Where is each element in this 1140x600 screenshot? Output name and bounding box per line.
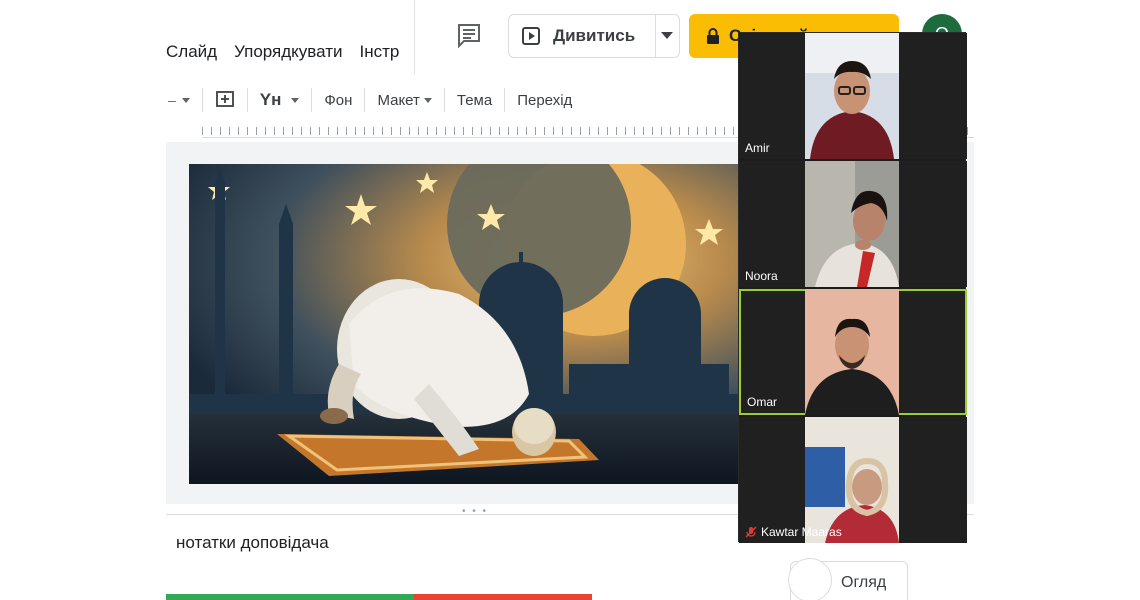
participant-video — [805, 33, 899, 159]
layout-label: Макет — [377, 91, 420, 109]
transition-button[interactable]: Перехід — [511, 80, 578, 120]
background-button[interactable]: Фон — [318, 80, 358, 120]
menu-item-slide[interactable]: Слайд — [166, 42, 217, 70]
side-panel-toggle[interactable] — [788, 558, 832, 600]
video-call-panel: Amir Noora Omar Kawtar Maaras — [738, 32, 967, 543]
participant-tile[interactable]: Kawtar Maaras — [739, 417, 967, 543]
present-icon — [509, 15, 553, 57]
muted-mic-icon — [745, 526, 757, 538]
layout-chevron-down-icon — [423, 97, 432, 103]
comment-icon — [458, 24, 480, 49]
participant-name: Omar — [747, 395, 777, 409]
lock-icon — [707, 28, 719, 44]
participant-video — [805, 289, 899, 415]
participant-name: Kawtar Maaras — [761, 525, 842, 539]
layout-button[interactable]: Макет — [371, 80, 437, 120]
progress-bar-red — [414, 594, 592, 600]
slideshow-button[interactable]: Дивитись — [508, 14, 680, 58]
text-style-button[interactable]: Yн — [254, 80, 306, 120]
new-slide-button[interactable] — [209, 80, 241, 120]
participant-video — [805, 161, 899, 287]
slide-image-prayer[interactable] — [189, 164, 809, 484]
explore-label: Огляд — [841, 574, 887, 591]
slideshow-divider — [655, 15, 656, 57]
participant-tile-active-speaker[interactable]: Omar — [739, 289, 967, 415]
toolbar-overflow[interactable]: ‒ — [166, 80, 196, 120]
menu-item-arrange[interactable]: Упорядкувати — [234, 42, 342, 70]
participant-tile[interactable]: Amir — [739, 33, 967, 159]
slideshow-label: Дивитись — [553, 26, 636, 45]
participant-name: Amir — [745, 141, 770, 155]
menu-bar: Слайд Упорядкувати Інстр — [166, 42, 399, 70]
prayer-illustration — [189, 164, 809, 484]
slideshow-options-chevron-down-icon[interactable] — [661, 32, 673, 39]
theme-button[interactable]: Тема — [451, 80, 498, 120]
participant-tile[interactable]: Noora — [739, 161, 967, 287]
participant-name: Noora — [745, 269, 778, 283]
participant-name-row: Kawtar Maaras — [745, 525, 842, 539]
speaker-notes-placeholder: нотатки доповідача — [176, 533, 329, 552]
text-style-label: Yн — [259, 90, 282, 109]
screen: Слайд Упорядкувати Інстр Дивитись ‒ Yн Ф… — [0, 0, 1140, 600]
progress-bar-green — [166, 594, 414, 600]
comment-history-button[interactable] — [456, 22, 482, 49]
menu-item-tools[interactable]: Інстр — [360, 42, 400, 70]
add-comment-icon — [215, 91, 234, 107]
